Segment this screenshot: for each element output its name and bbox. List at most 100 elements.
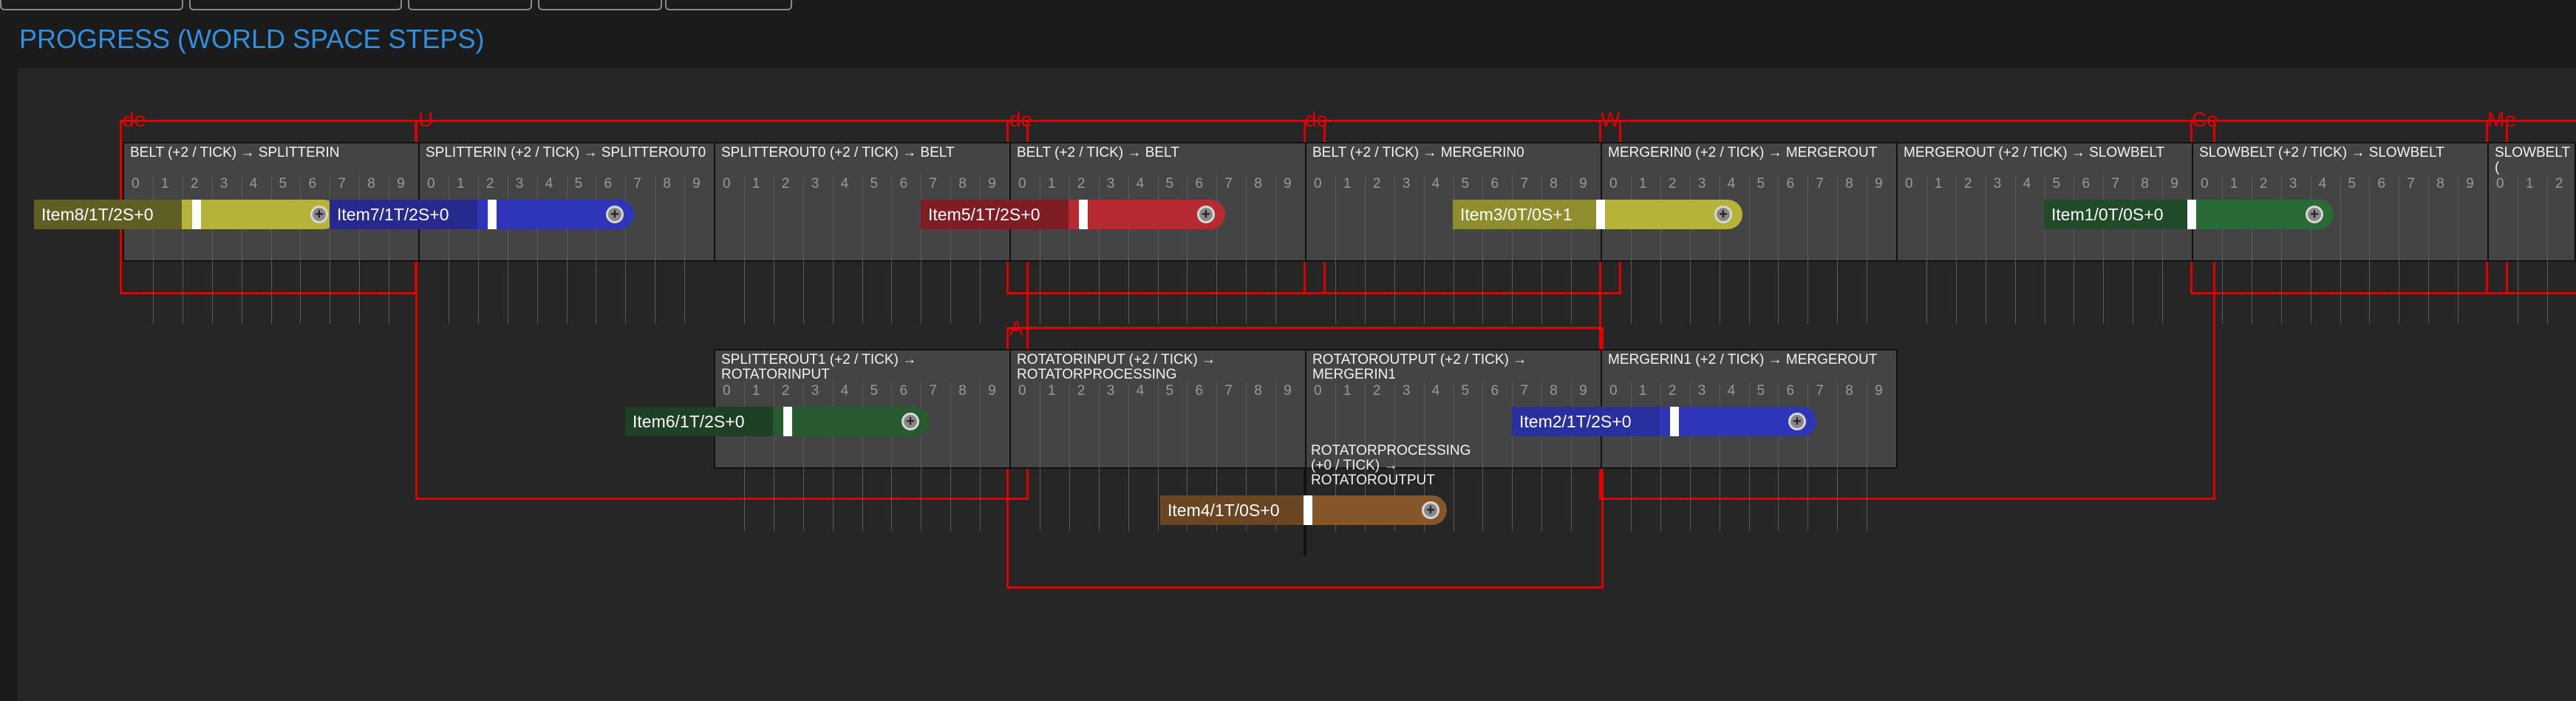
tick-label: 3: [1689, 383, 1720, 531]
segment-title: SPLITTERIN (+2 / TICK) → SPLITTEROUT0: [426, 146, 706, 160]
tick-label: 9: [389, 176, 418, 324]
tick-label: 2: [1364, 176, 1394, 324]
group-label-4: de: [1305, 108, 1329, 131]
tick-label: 4: [832, 176, 862, 324]
tick-label: 1: [1630, 383, 1660, 531]
segment-title: BELT (+2 / TICK) → SPLITTERIN: [130, 146, 340, 160]
tick-label: 5: [862, 383, 892, 531]
tick-label: 3: [1098, 383, 1128, 531]
add-icon[interactable]: +: [1714, 206, 1732, 223]
tick-label: 3: [211, 176, 242, 324]
page-title: PROGRESS (WORLD SPACE STEPS): [19, 24, 485, 54]
tick-label: 7: [625, 176, 655, 324]
group-label-5: W: [1601, 108, 1621, 131]
tick-label: 2: [2546, 176, 2576, 324]
tick-label: 9: [1571, 176, 1601, 324]
tick-label: 0: [1905, 176, 1913, 192]
add-icon[interactable]: +: [310, 206, 328, 223]
tick-label: 7: [1807, 383, 1837, 531]
segment-title: BELT (+2 / TICK) → BELT: [1017, 146, 1179, 160]
tick-label: 0: [2496, 176, 2504, 192]
tick-label: 8: [950, 383, 980, 531]
add-icon[interactable]: +: [1422, 501, 1439, 519]
tab-5[interactable]: [665, 0, 792, 10]
tick-label: 0: [1018, 383, 1026, 399]
item-marker: [1079, 200, 1088, 229]
tick-label: 3: [1689, 176, 1720, 324]
tab-3[interactable]: [408, 0, 532, 10]
item-marker: [2187, 200, 2196, 229]
segment-title: SPLITTEROUT0 (+2 / TICK) → BELT: [721, 146, 955, 160]
tick-label: 9: [2162, 176, 2192, 324]
tick-label: 4: [1719, 176, 1749, 324]
tick-label: 7: [2399, 176, 2428, 324]
tick-label: 6: [2074, 176, 2103, 324]
tick-label: 4: [1128, 383, 1158, 531]
tick-label: 0: [723, 176, 731, 192]
tick-label: 4: [1128, 176, 1158, 324]
tick-label: 7: [2103, 176, 2133, 324]
tick-label: 3: [2280, 176, 2311, 324]
item-marker: [1670, 407, 1679, 436]
tick-label: 5: [862, 176, 892, 324]
tick-label: 2: [477, 176, 508, 324]
tick-label: 5: [2044, 176, 2074, 324]
tick-label: 8: [1541, 383, 1571, 531]
tick-label: 8: [1837, 383, 1867, 531]
tick-label: 3: [803, 176, 833, 324]
tick-scale: 0123456789: [420, 176, 714, 324]
tick-label: 4: [832, 383, 862, 531]
tick-scale: 0123456789: [1306, 176, 1601, 324]
tab-2[interactable]: [189, 0, 402, 10]
segment-title: ROTATORINPUT (+2 / TICK) → ROTATORPROCES…: [1017, 353, 1216, 382]
tick-label: 4: [2310, 176, 2340, 324]
tick-scale: 0123456789: [1602, 176, 1896, 324]
tick-label: 6: [1482, 383, 1512, 531]
add-icon[interactable]: +: [1788, 413, 1806, 430]
add-icon[interactable]: +: [606, 206, 624, 223]
group-label-1: de: [123, 108, 146, 131]
tick-label: 1: [1039, 176, 1069, 324]
tick-label: 1: [1926, 176, 1956, 324]
tick-label: 8: [950, 176, 980, 324]
tick-label: 7: [330, 176, 359, 324]
tick-label: 2: [1660, 383, 1690, 531]
tick-label: 1: [2517, 176, 2547, 324]
tick-label: 6: [1778, 176, 1807, 324]
segment-slowbelt-partial[interactable]: SLOWBELT ( 0123456789: [2487, 142, 2576, 324]
group-label-2: U: [418, 108, 434, 131]
item-marker: [488, 200, 497, 229]
add-icon[interactable]: +: [902, 413, 919, 430]
add-icon[interactable]: +: [2306, 206, 2323, 223]
tick-label: 9: [980, 176, 1009, 324]
tick-label: 2: [1660, 176, 1690, 324]
tick-label: 0: [1018, 176, 1026, 192]
tick-label: 4: [536, 176, 567, 324]
tick-label: 3: [507, 176, 537, 324]
tick-label: 4: [1423, 176, 1454, 324]
add-icon[interactable]: +: [1197, 206, 1215, 223]
tick-label: 0: [427, 176, 435, 192]
segment-title: MERGERIN1 (+2 / TICK) → MERGEROUT: [1608, 353, 1878, 368]
tick-label: 6: [1778, 383, 1807, 531]
tick-label: 2: [1069, 176, 1099, 324]
tab-4[interactable]: [538, 0, 662, 10]
tick-label: 2: [182, 176, 212, 324]
segment-rotatorinput-rotatorprocessing[interactable]: ROTATORINPUT (+2 / TICK) → ROTATORPROCES…: [1009, 349, 1306, 531]
tick-label: 9: [684, 176, 714, 324]
tick-label: 5: [1157, 176, 1188, 324]
tick-label: 9: [980, 383, 1009, 531]
tick-label: 0: [132, 176, 140, 192]
tab-1[interactable]: [0, 0, 183, 10]
tick-label: 0: [1609, 383, 1618, 399]
tick-label: 3: [1985, 176, 2015, 324]
tick-scale: 0123456789: [124, 176, 418, 324]
tick-label: 8: [359, 176, 389, 324]
tick-label: 2: [773, 176, 803, 324]
item-marker: [1596, 200, 1605, 229]
tick-label: 2: [2251, 176, 2281, 324]
tick-label: 2: [773, 383, 803, 531]
tick-label: 1: [1335, 176, 1365, 324]
tick-label: 6: [300, 176, 330, 324]
rotatorprocessing-label: ROTATORPROCESSING (+0 / TICK) → ROTATORO…: [1311, 443, 1471, 488]
